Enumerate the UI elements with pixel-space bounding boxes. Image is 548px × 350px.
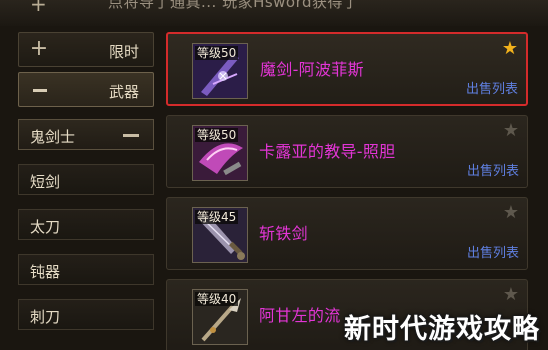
subcategory-label: 刺刀 — [30, 308, 61, 326]
level-badge: 等级45 — [195, 210, 239, 224]
category-limited[interactable]: + 限时 — [18, 32, 154, 67]
subcategory-blunt[interactable]: 钝器 — [18, 254, 154, 285]
item-row[interactable]: 等级45 斩铁剑 ★ 出售列表 — [166, 197, 528, 270]
plus-icon: + — [29, 36, 49, 61]
item-icon: 等级45 — [192, 207, 248, 263]
level-badge: 等级50 — [195, 128, 239, 142]
plus-icon[interactable]: + — [30, 0, 47, 16]
subcategory-label: 短剑 — [30, 173, 61, 191]
sale-list-link[interactable]: 出售列表 — [466, 78, 518, 97]
item-name: 魔剑-阿波菲斯 — [260, 60, 364, 79]
sale-list-link[interactable]: 出售列表 — [467, 160, 519, 179]
level-badge: 等级50 — [195, 46, 239, 60]
star-icon[interactable]: ★ — [503, 204, 519, 222]
subcategory-label: 钝器 — [30, 263, 61, 281]
subcategory-short-sword[interactable]: 短剑 — [18, 164, 154, 195]
item-icon: 等级40 — [192, 289, 248, 345]
minus-icon — [33, 89, 47, 92]
star-icon[interactable]: ★ — [503, 286, 519, 304]
item-icon: 等级50 — [192, 43, 248, 99]
item-row[interactable]: 等级50 魔剑-阿波菲斯 ★ 出售列表 — [166, 32, 528, 106]
item-icon: 等级50 — [192, 125, 248, 181]
sale-list-link[interactable]: 出售列表 — [467, 242, 519, 261]
category-label: 武器 — [108, 83, 139, 101]
item-row[interactable]: 等级50 卡露亚的教导-照胆 ★ 出售列表 — [166, 115, 528, 188]
subcategory-label: 太刀 — [30, 218, 61, 236]
subcategory-katana[interactable]: 太刀 — [18, 209, 154, 240]
watermark: 新时代游戏攻略 — [344, 314, 540, 345]
subcategory-bayonet[interactable]: 刺刀 — [18, 299, 154, 330]
item-name: 卡露亚的教导-照胆 — [259, 142, 396, 161]
category-weapons[interactable]: 武器 — [18, 72, 154, 107]
item-name: 阿甘左的流 — [259, 306, 341, 325]
subcategory-label: 鬼剑士 — [30, 128, 76, 146]
star-icon[interactable]: ★ — [503, 122, 519, 140]
item-name: 斩铁剑 — [259, 224, 308, 243]
category-label: 限时 — [108, 43, 139, 61]
star-icon[interactable]: ★ — [502, 40, 518, 58]
category-sidebar: + 限时 武器 鬼剑士 短剑 太刀 钝器 刺刀 — [0, 26, 160, 350]
minus-icon — [123, 134, 139, 137]
subcategory-slayer[interactable]: 鬼剑士 — [18, 119, 154, 150]
top-strip: + 点将导了通真... 玩家Hsword获得了 — [0, 0, 548, 26]
announcement-banner: 点将导了通真... 玩家Hsword获得了 — [108, 0, 359, 11]
level-badge: 等级40 — [195, 292, 239, 306]
